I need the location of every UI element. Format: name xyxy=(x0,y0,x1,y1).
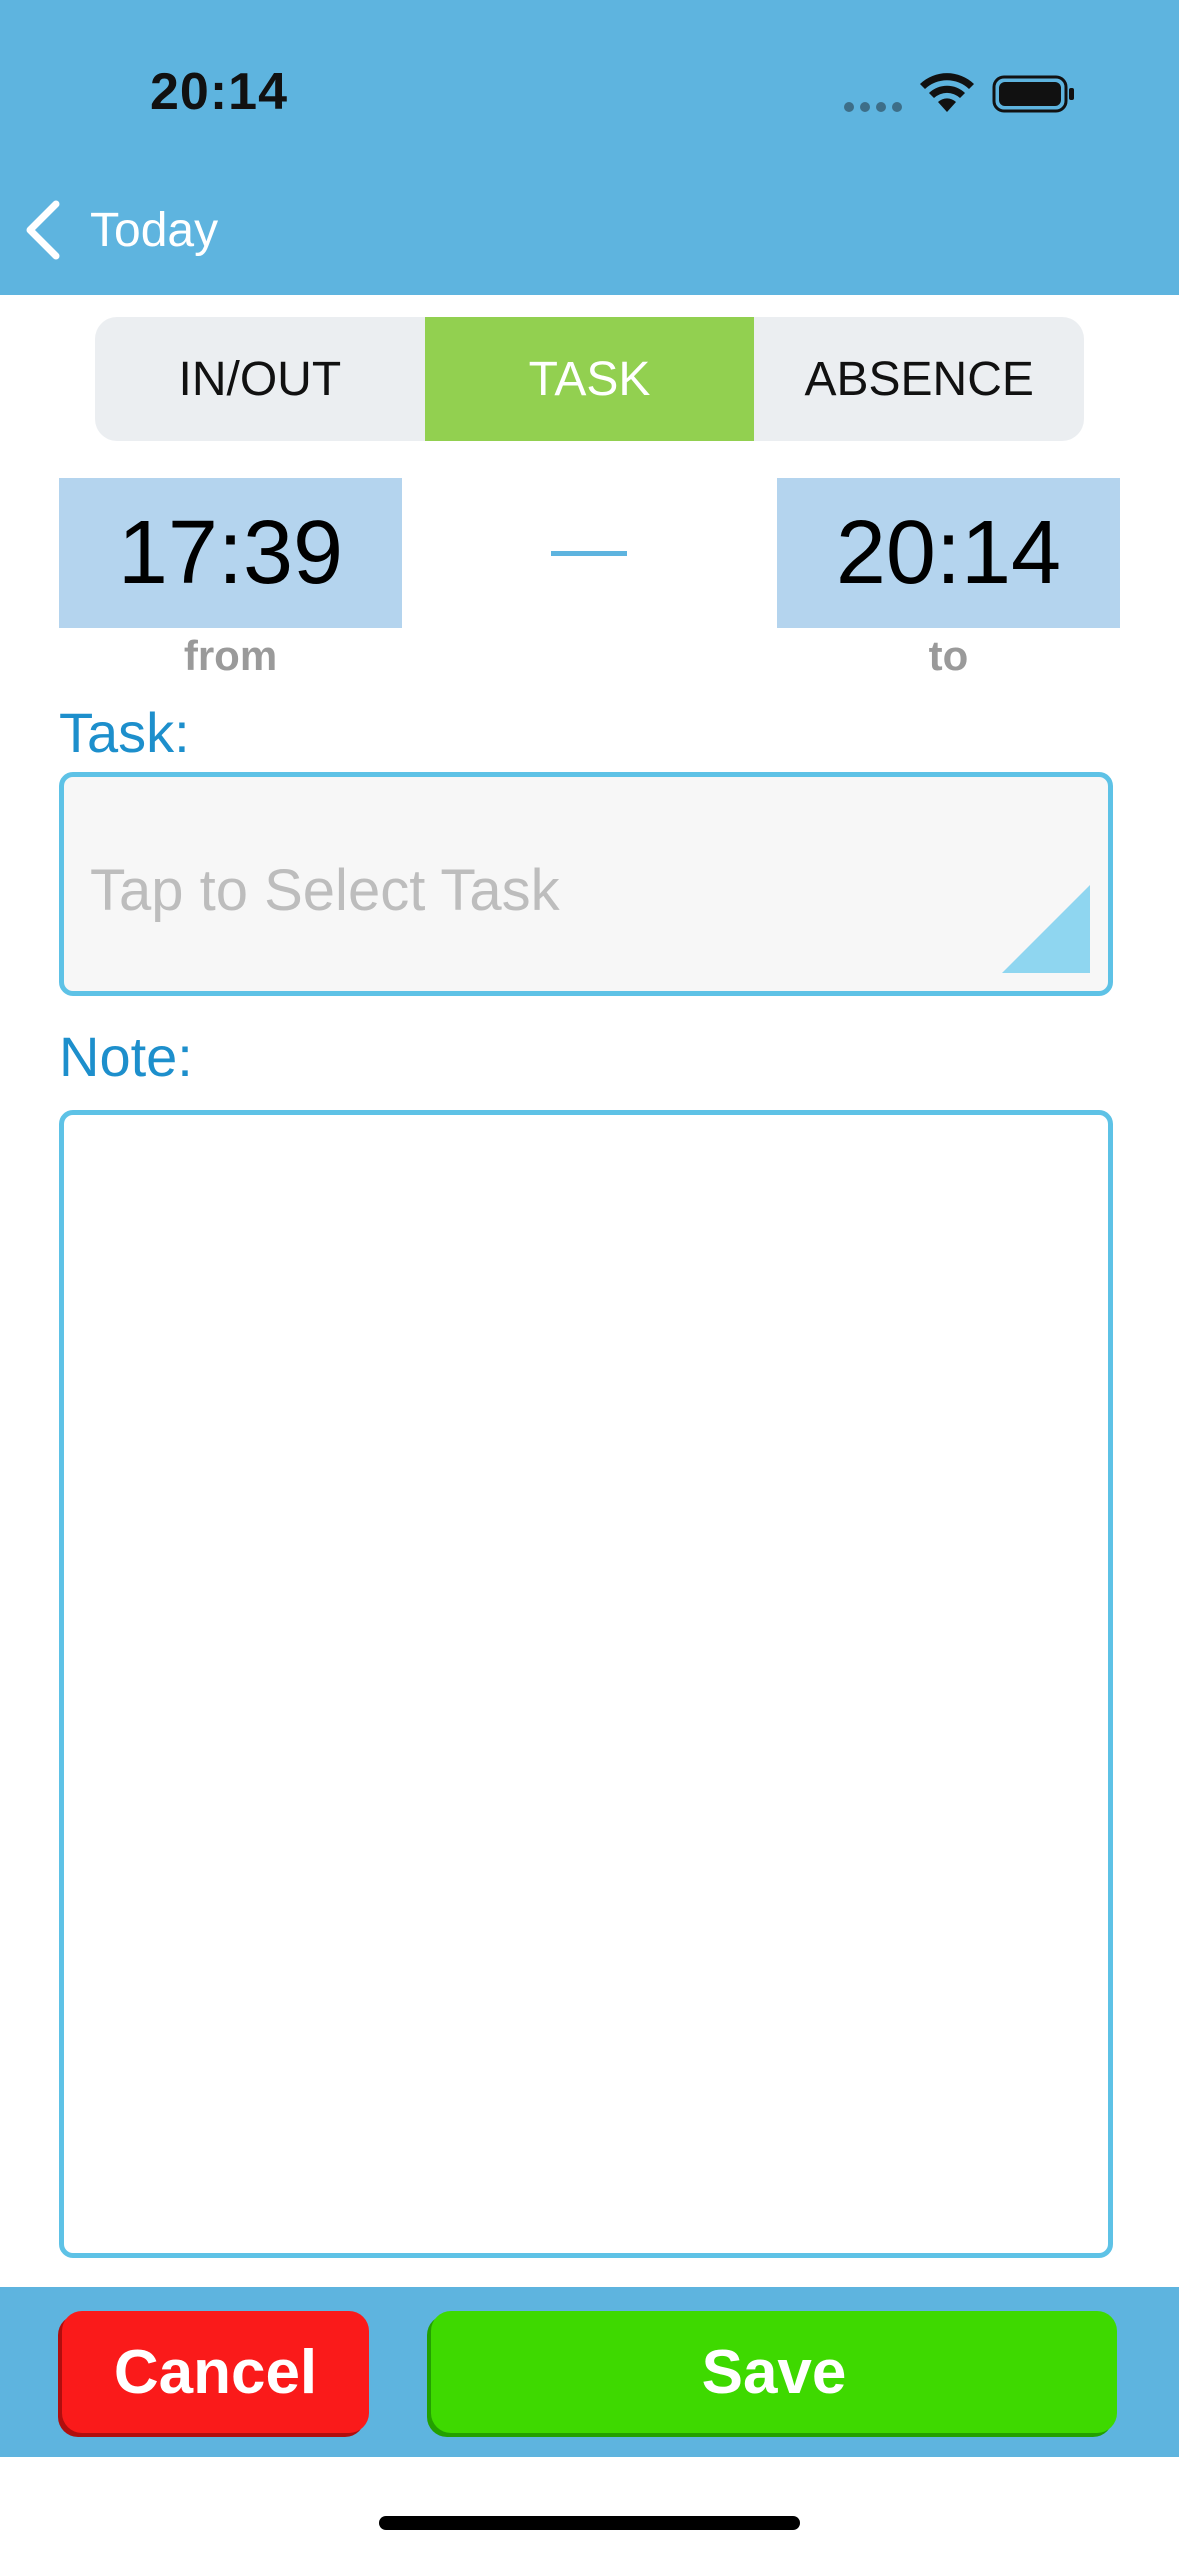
status-bar-time: 20:14 xyxy=(150,63,288,121)
header-bar: 20:14 Today xyxy=(0,0,1179,295)
home-indicator xyxy=(379,2516,800,2530)
to-time-picker[interactable]: 20:14 xyxy=(777,478,1120,628)
note-textarea[interactable] xyxy=(59,1110,1113,2258)
segment-in-out[interactable]: IN/OUT xyxy=(95,317,425,441)
to-caption: to xyxy=(928,632,969,679)
from-time-picker[interactable]: 17:39 xyxy=(59,478,402,628)
cancel-button[interactable]: Cancel xyxy=(62,2311,369,2433)
wifi-icon xyxy=(920,73,974,112)
task-placeholder: Tap to Select Task xyxy=(90,858,560,923)
back-button-label: Today xyxy=(90,203,219,257)
from-caption: from xyxy=(183,632,278,679)
battery-icon xyxy=(992,75,1074,113)
screen: 20:14 Today IN/OUT TASK ABSENCE 17:39 20… xyxy=(0,0,1179,2556)
segment-task[interactable]: TASK xyxy=(424,317,755,441)
mode-segmented-control: IN/OUT TASK ABSENCE xyxy=(95,317,1084,441)
task-selector[interactable]: Tap to Select Task xyxy=(59,772,1113,996)
note-label: Note: xyxy=(59,1025,193,1088)
chevron-left-icon xyxy=(26,200,60,260)
save-button[interactable]: Save xyxy=(431,2311,1117,2433)
bottom-action-bar: Cancel Save xyxy=(0,2287,1179,2457)
time-range-dash xyxy=(551,551,627,556)
back-button[interactable]: Today xyxy=(20,190,218,270)
cellular-signal-icon xyxy=(844,102,902,112)
task-label: Task: xyxy=(59,701,190,764)
corner-triangle-icon xyxy=(1002,885,1090,973)
segment-absence[interactable]: ABSENCE xyxy=(754,317,1084,441)
